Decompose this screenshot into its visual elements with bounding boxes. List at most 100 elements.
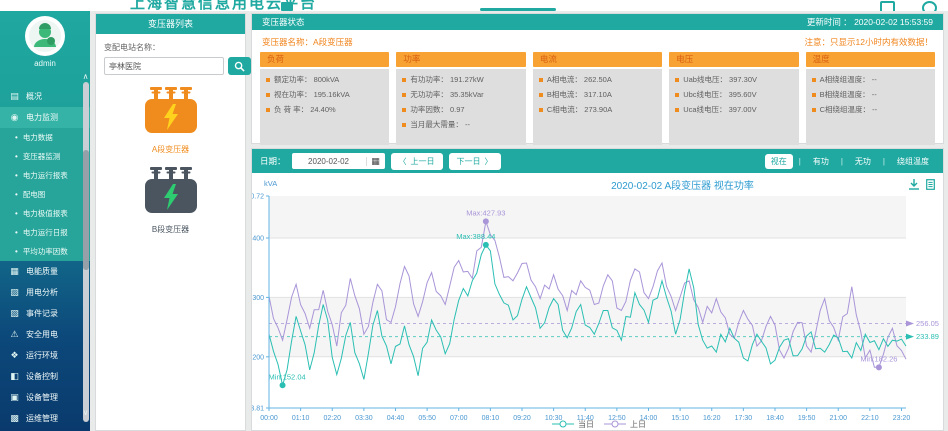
active-tab-indicator <box>480 8 556 11</box>
chevron-left-icon: 〈 <box>399 156 407 167</box>
sidebar-item-safe-power[interactable]: ⚠安全用电 <box>0 324 90 345</box>
scroll-down-icon[interactable]: ∨ <box>81 408 90 417</box>
card-row: C相绕组温度： -- <box>812 104 929 115</box>
download-icon[interactable] <box>909 177 919 195</box>
nav-menu-icon[interactable] <box>281 2 293 11</box>
power-icon: ◉ <box>9 112 20 123</box>
card-body: 额定功率： 800kVA视在功率： 195.16kVA负 荷 率： 24.40% <box>260 69 389 145</box>
x-tick-label: 08:10 <box>482 415 500 422</box>
sidebar-item-event-log[interactable]: ▧ 事件记录 <box>0 303 90 324</box>
bullet-icon <box>539 93 543 97</box>
data-view-icon[interactable] <box>926 177 935 195</box>
card-row: 负 荷 率： 24.40% <box>266 104 383 115</box>
bullet-icon: • <box>15 133 18 142</box>
environment-icon: ❖ <box>9 350 20 361</box>
card-row: 当月最大需量： -- <box>402 119 519 130</box>
bullet-icon <box>675 93 679 97</box>
next-day-button[interactable]: 下一日 〉 <box>449 153 501 170</box>
station-search-input[interactable] <box>104 57 224 75</box>
card-row: A相绕组温度： -- <box>812 74 929 85</box>
sidebar-subitem-power-daily-report[interactable]: • 电力运行日报 <box>0 223 90 242</box>
x-tick-label: 19:50 <box>798 415 816 422</box>
sidebar-subitem-label: 电力运行日报 <box>23 227 68 238</box>
line-chart: 256.05233.89Max:427.93Min:182.26Max:388.… <box>252 173 943 430</box>
sidebar-subitem-distribution-diagram[interactable]: •配电图 <box>0 185 90 204</box>
scroll-up-icon[interactable]: ∧ <box>81 72 90 81</box>
card-body: A相电流： 262.50AB相电流： 317.10AC相电流： 273.90A <box>533 69 662 145</box>
x-tick-label: 00:00 <box>260 415 278 422</box>
mode-separator: | <box>841 157 843 166</box>
max-point <box>483 242 489 248</box>
mode-2[interactable]: 无功 <box>849 154 877 169</box>
card-row: 有功功率： 191.27kW <box>402 74 519 85</box>
y-tick-label: 400 <box>252 236 264 243</box>
user-profile[interactable]: admin <box>0 10 90 82</box>
mode-0[interactable]: 视在 <box>765 154 793 169</box>
card-row-text: Uca线电压： 397.00V <box>683 104 756 115</box>
sidebar-subitem-transformer-monitoring[interactable]: •变压器监测 <box>0 147 90 166</box>
transformer-item-b[interactable]: B段变压器 <box>96 167 245 235</box>
sidebar-item-ops-management[interactable]: ▩运维管理 <box>0 408 90 429</box>
sidebar-item-label: 事件记录 <box>26 308 58 319</box>
calendar-icon[interactable]: ▦ <box>367 156 385 167</box>
alert-icon: ⚠ <box>9 329 20 340</box>
sidebar-subitem-power-run-report[interactable]: •电力运行报表 <box>0 166 90 185</box>
min-label: Min:152.04 <box>269 372 306 381</box>
sidebar-item-power-monitoring[interactable]: ◉电力监测 <box>0 107 90 128</box>
top-bar: 上海智慧信息用电云平台 <box>0 0 948 11</box>
card-row-text: A相电流： 262.50A <box>547 74 612 85</box>
mode-1[interactable]: 有功 <box>807 154 835 169</box>
transformer-name: 变压器名称：A段变压器 <box>262 36 353 48</box>
sidebar-item-device-control[interactable]: ◧设备控制 <box>0 366 90 387</box>
card-row-text: 无功功率： 35.35kVar <box>410 89 483 100</box>
bullet-icon <box>402 108 406 112</box>
status-cards: 负荷额定功率： 800kVA视在功率： 195.16kVA负 荷 率： 24.4… <box>252 52 943 145</box>
max-label: Max:388.44 <box>456 232 495 241</box>
user-menu-icon[interactable] <box>880 1 895 11</box>
status-card: 功率有功功率： 191.27kW无功功率： 35.35kVar功率因数： 0.9… <box>396 52 525 145</box>
sidebar-subitem-label: 变压器监测 <box>23 151 61 162</box>
bullet-icon <box>812 78 816 82</box>
bullet-icon <box>402 93 406 97</box>
bullet-icon: • <box>15 247 18 256</box>
sidebar-item-label: 设备管理 <box>26 392 58 403</box>
bullet-icon: • <box>15 228 18 237</box>
sidebar-item-power-quality[interactable]: ▦电能质量 <box>0 261 90 282</box>
sidebar-subitem-avg-power-factor[interactable]: • 平均功率因数 <box>0 242 90 261</box>
search-icon <box>234 61 245 72</box>
y-tick-label: 470.72 <box>252 194 264 201</box>
sidebar-subitem-power-extreme-report[interactable]: •电力极值报表 <box>0 204 90 223</box>
card-row-text: C相电流： 273.90A <box>547 104 612 115</box>
x-tick-label: 09:20 <box>513 415 531 422</box>
sidebar-item-label: 用电分析 <box>26 287 58 298</box>
sidebar-item-device-management[interactable]: ▣设备管理 <box>0 387 90 408</box>
sidebar-subitem-label: 电力极值报表 <box>23 208 68 219</box>
sidebar-subitem-power-data[interactable]: •电力数据 <box>0 128 90 147</box>
card-row-text: Ubc线电压： 395.60V <box>683 89 756 100</box>
card-row: Uab线电压： 397.30V <box>675 74 792 85</box>
card-row: 额定功率： 800kVA <box>266 74 383 85</box>
status-card: 电流 A相电流： 262.50AB相电流： 317.10AC相电流： 273.90… <box>533 52 662 145</box>
avg-arrow-icon <box>906 321 914 327</box>
card-row-text: 负 荷 率： 24.40% <box>274 104 336 115</box>
date-value[interactable]: 2020-02-02 <box>292 157 367 166</box>
sidebar-submenu: •电力数据•变压器监测•电力运行报表•配电图•电力极值报表•电力运行日报•平均功… <box>0 128 90 261</box>
card-row-text: B相绕组温度： -- <box>820 89 877 100</box>
card-title: 电流 <box>533 52 662 67</box>
sidebar-item-overview[interactable]: ▤概况 <box>0 86 90 107</box>
sidebar: admin ▤概况◉电力监测•电力数据•变压器监测•电力运行报表•配电图•电力极… <box>0 10 90 431</box>
sidebar-item-usage-analysis[interactable]: ▨用电分析 <box>0 282 90 303</box>
min-label: Min:182.26 <box>860 354 897 363</box>
log-icon: ▧ <box>9 308 20 319</box>
sidebar-item-label: 电能质量 <box>26 266 58 277</box>
sidebar-item-environment[interactable]: ❖运行环境 <box>0 345 90 366</box>
date-picker[interactable]: 2020-02-02 ▦ <box>292 153 385 169</box>
prev-day-button[interactable]: 〈 上一日 <box>391 153 443 170</box>
sidebar-scrollbar-thumb[interactable] <box>83 150 89 270</box>
transformer-item-a[interactable]: A段变压器 <box>96 87 245 155</box>
mode-3[interactable]: 绕组温度 <box>891 154 935 169</box>
search-button[interactable] <box>228 57 251 75</box>
logout-icon[interactable] <box>922 1 937 11</box>
sidebar-subitem-label: 平均功率因数 <box>23 246 68 257</box>
x-tick-label: 15:10 <box>671 415 689 422</box>
